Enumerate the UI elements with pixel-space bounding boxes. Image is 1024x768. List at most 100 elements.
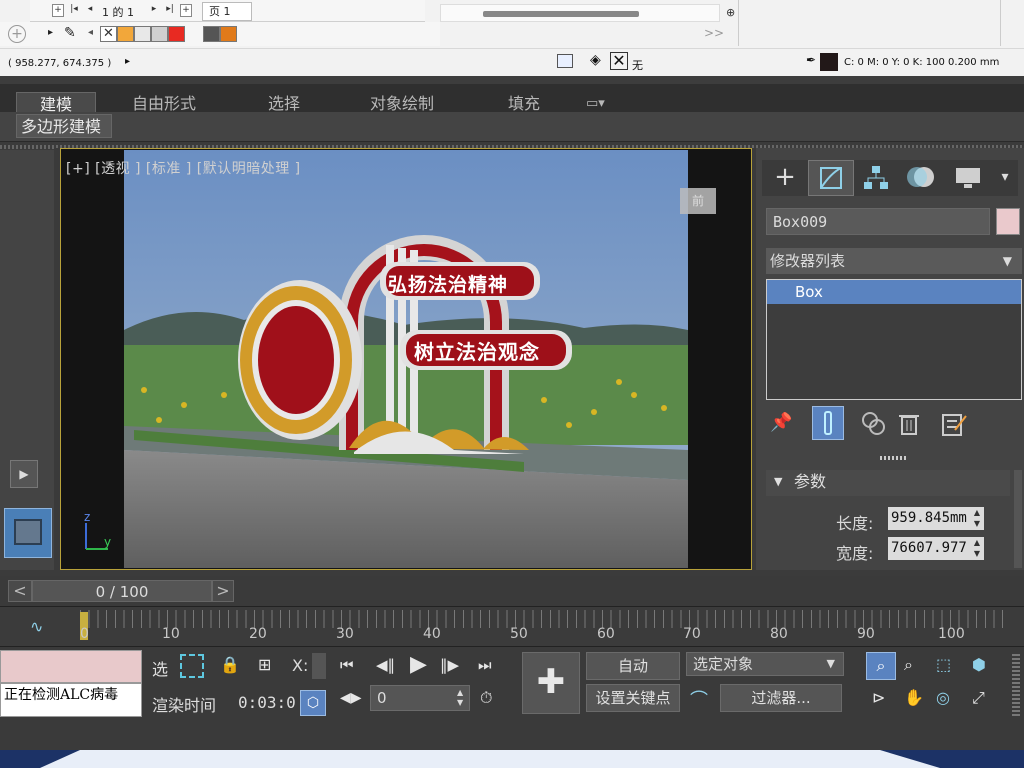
palette-menu-icon[interactable]: ▸ bbox=[48, 27, 53, 38]
color-swatch[interactable] bbox=[134, 26, 151, 42]
add-page-icon[interactable]: + bbox=[52, 4, 64, 17]
color-swatch[interactable] bbox=[151, 26, 168, 42]
polygon-modeling-button[interactable]: 多边形建模 bbox=[16, 114, 112, 138]
play-icon[interactable]: ▶ bbox=[410, 652, 427, 677]
pan-hand-icon[interactable]: ✋ bbox=[904, 688, 924, 707]
maxscript-listener[interactable] bbox=[0, 650, 142, 683]
filters-button[interactable]: 过滤器... bbox=[720, 684, 842, 712]
color-swatch[interactable] bbox=[220, 26, 237, 42]
render-time-label: 渲染时间 bbox=[152, 696, 217, 715]
lock-icon[interactable]: 🔒 bbox=[220, 655, 240, 674]
create-tab-icon[interactable]: + bbox=[762, 160, 808, 196]
color-swatch[interactable] bbox=[203, 26, 220, 42]
select-label: 选 bbox=[152, 660, 169, 679]
palette-scroll-left-icon[interactable]: ◂ bbox=[88, 27, 93, 38]
motion-tab-icon[interactable] bbox=[900, 160, 946, 196]
add-palette-icon[interactable]: + bbox=[8, 25, 26, 43]
configure-sets-icon[interactable] bbox=[940, 410, 968, 442]
add-page-after-icon[interactable]: + bbox=[180, 4, 192, 17]
scroll-arrows-icon[interactable]: >> bbox=[704, 26, 724, 40]
expand-panel-button[interactable]: ▶ bbox=[10, 460, 38, 488]
go-to-end-icon[interactable]: ⏭ bbox=[478, 656, 492, 674]
go-to-start-icon[interactable]: ⏮ bbox=[340, 656, 354, 674]
key-mode-toggle-icon[interactable]: ◀▶ bbox=[340, 690, 362, 706]
zoom-extents-icon[interactable]: ⬚ bbox=[936, 655, 951, 674]
modifier-list-dropdown[interactable]: 修改器列表 ▼ bbox=[766, 248, 1022, 274]
utilities-dropdown-icon[interactable]: ▾ bbox=[992, 160, 1018, 196]
time-configuration-icon[interactable]: ⏱ bbox=[480, 688, 492, 708]
zoom-icon[interactable]: ⌕ bbox=[866, 652, 896, 680]
color-proof-icon[interactable] bbox=[557, 54, 573, 68]
eyedropper-icon[interactable]: ✎ bbox=[64, 25, 76, 41]
absolute-mode-icon[interactable]: ⊞ bbox=[258, 655, 271, 674]
next-frame-button[interactable]: > bbox=[212, 580, 234, 602]
selection-lock-icon[interactable] bbox=[180, 654, 204, 678]
rollout-title: 参数 bbox=[794, 472, 827, 491]
set-key-big-button[interactable]: ✚ bbox=[522, 652, 580, 714]
tick-label: 100 bbox=[938, 626, 965, 642]
width-spinner[interactable]: 76607.977 bbox=[888, 537, 983, 560]
prev-page-icon[interactable]: ◂ bbox=[84, 4, 96, 17]
orbit-icon[interactable]: ◎ bbox=[936, 688, 950, 707]
zoom-extents-all-icon[interactable]: ⬢ bbox=[972, 655, 986, 674]
divider bbox=[880, 456, 906, 460]
time-slider[interactable]: 0 / 100 bbox=[32, 580, 212, 602]
field-of-view-icon[interactable]: ⊳ bbox=[872, 688, 885, 707]
no-color-swatch[interactable]: ✕ bbox=[100, 26, 117, 42]
next-page-icon[interactable]: ▸ bbox=[148, 4, 160, 17]
tab-page-1[interactable]: 页 1 bbox=[202, 2, 252, 21]
modify-tab-icon[interactable] bbox=[808, 160, 854, 196]
key-filter-dropdown[interactable]: 选定对象 ▼ bbox=[686, 652, 844, 676]
panel-scrollbar[interactable] bbox=[1014, 470, 1022, 568]
current-frame-field[interactable]: 0 bbox=[370, 685, 470, 711]
render-time-value: 0:03:0 bbox=[238, 693, 296, 712]
viewport-layout-button[interactable] bbox=[4, 508, 52, 558]
x-coordinate-field[interactable] bbox=[312, 653, 326, 679]
pen-icon[interactable]: ✒ bbox=[806, 53, 816, 67]
zoom-all-icon[interactable]: ⌕ bbox=[904, 655, 913, 675]
viewport-label[interactable]: [+] [透视 ] [标准 ] [默认明暗处理 ] bbox=[66, 158, 301, 178]
no-fill-icon: ✕ bbox=[610, 52, 628, 70]
key-tangent-icon[interactable]: ⌒ bbox=[690, 686, 708, 712]
spinner-arrows-icon[interactable]: ▲ ▼ bbox=[970, 537, 984, 560]
fill-bucket-icon[interactable]: ◈ bbox=[590, 52, 601, 68]
maximize-viewport-icon[interactable]: ⤢ bbox=[972, 688, 985, 708]
divider bbox=[738, 0, 739, 46]
pin-stack-icon[interactable]: 📌 bbox=[770, 412, 792, 433]
previous-key-icon[interactable]: ◀‖ bbox=[376, 656, 395, 674]
display-tab-icon[interactable] bbox=[946, 160, 992, 196]
auto-key-button[interactable]: 自动 bbox=[586, 652, 680, 680]
x-label: X: bbox=[292, 656, 309, 675]
rendered-scene bbox=[124, 150, 688, 568]
trash-icon[interactable] bbox=[896, 410, 922, 442]
set-key-button[interactable]: 设置关键点 bbox=[586, 684, 680, 712]
stack-item-box[interactable]: Box bbox=[767, 280, 1021, 304]
scroll-thumb[interactable] bbox=[483, 11, 639, 17]
ribbon-panel bbox=[0, 112, 1024, 142]
first-page-icon[interactable]: |◂ bbox=[68, 4, 80, 17]
last-page-icon[interactable]: ▸| bbox=[164, 4, 176, 17]
parameters-rollout[interactable]: ▼ 参数 bbox=[766, 470, 1010, 496]
tick-label: 20 bbox=[249, 626, 267, 642]
hierarchy-tab-icon[interactable] bbox=[854, 160, 900, 196]
spinner-arrows-icon[interactable]: ▲ ▼ bbox=[457, 688, 463, 708]
show-end-result-icon[interactable] bbox=[812, 406, 844, 440]
make-unique-icon[interactable] bbox=[860, 410, 888, 442]
outline-color-swatch[interactable] bbox=[820, 53, 838, 71]
zoom-icon[interactable]: ⊕ bbox=[726, 6, 735, 19]
render-cube-icon[interactable]: ⬡ bbox=[300, 690, 326, 716]
prev-frame-button[interactable]: < bbox=[8, 580, 32, 602]
spinner-arrows-icon[interactable]: ▲ ▼ bbox=[970, 507, 984, 530]
object-color-swatch[interactable] bbox=[996, 208, 1020, 235]
collapse-triangle-icon: ▼ bbox=[774, 475, 783, 488]
object-name-field[interactable]: Box009 bbox=[766, 208, 990, 235]
color-swatch[interactable] bbox=[117, 26, 134, 42]
tick-label: 80 bbox=[770, 626, 788, 642]
color-swatch[interactable] bbox=[168, 26, 185, 42]
viewcube[interactable]: 前 bbox=[680, 188, 716, 214]
coords-arrow-icon[interactable]: ▸ bbox=[125, 56, 130, 67]
curve-editor-icon[interactable]: ∿ bbox=[30, 617, 43, 636]
next-key-icon[interactable]: ‖▶ bbox=[440, 656, 459, 674]
length-spinner[interactable]: 959.845mm bbox=[888, 507, 983, 530]
modifier-list-label: 修改器列表 bbox=[770, 252, 846, 270]
